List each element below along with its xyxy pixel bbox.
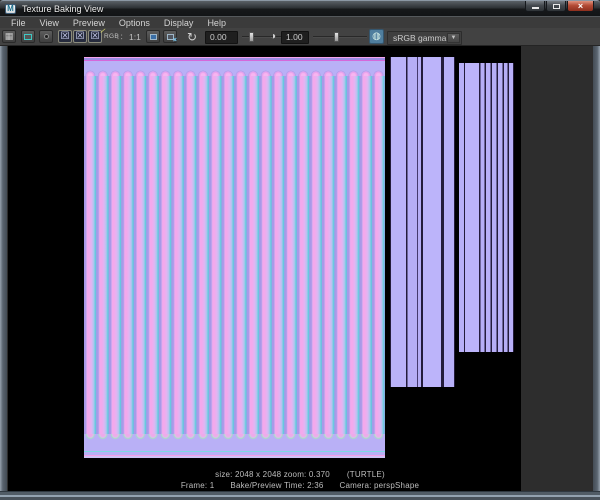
maya-app-icon: M xyxy=(5,3,16,14)
exposure-field[interactable]: 0.00 xyxy=(205,30,238,44)
texture-bottom-band xyxy=(84,448,385,458)
contrast-slider-handle[interactable] xyxy=(334,32,339,42)
close-button[interactable]: × xyxy=(567,1,594,12)
remove-image-button[interactable]: × xyxy=(163,30,177,44)
status-line-size: size: 2048 x 2048 zoom: 0.370 (TURTLE) xyxy=(0,470,600,479)
checker-icon: ☒ xyxy=(75,30,85,42)
texture-edit-button[interactable]: ☒ ∕ xyxy=(88,28,104,43)
minimize-icon xyxy=(531,6,539,9)
window-border-bottom xyxy=(0,491,600,500)
menu-preview[interactable]: Preview xyxy=(66,17,112,29)
checker-icon: ☒ xyxy=(60,30,70,42)
bake-viewport: size: 2048 x 2048 zoom: 0.370 (TURTLE) F… xyxy=(0,46,600,491)
status-size-zoom: size: 2048 x 2048 zoom: 0.370 xyxy=(215,470,330,479)
texture-bottom-arches xyxy=(84,434,385,448)
menu-view[interactable]: View xyxy=(33,17,66,29)
camera-bake-button[interactable] xyxy=(39,30,53,43)
texture-slot-2-button[interactable]: ☒ xyxy=(73,30,87,43)
window-border-right xyxy=(593,46,600,491)
texture-slot-1-button[interactable]: ☒ xyxy=(58,30,72,43)
exposure-icon: ◑ xyxy=(269,30,277,42)
pixel-grid-icon[interactable]: ∷ xyxy=(117,33,123,42)
title-bar: M Texture Baking View × xyxy=(0,0,600,16)
render-bake-icon: ▦ xyxy=(4,31,14,41)
status-frame: Frame: 1 xyxy=(180,481,215,490)
contrast-field[interactable]: 1.00 xyxy=(281,30,309,44)
baked-texture-tile-2 xyxy=(390,57,455,387)
minimize-button[interactable] xyxy=(525,1,545,12)
menu-help[interactable]: Help xyxy=(200,17,233,29)
render-bake-button[interactable]: ▦ xyxy=(2,30,16,43)
dropdown-arrow-icon[interactable]: ▼ xyxy=(447,32,460,43)
window-border-left xyxy=(0,46,7,491)
gamma-toggle-button[interactable]: ◍ xyxy=(369,29,384,44)
baked-texture-tile-3 xyxy=(459,63,514,352)
menu-bar: File View Preview Options Display Help xyxy=(0,16,600,28)
zoom-1-1-button[interactable]: 1:1 xyxy=(129,33,141,42)
window-title: Texture Baking View xyxy=(22,3,104,14)
maximize-button[interactable] xyxy=(546,1,566,12)
camera-bake-icon xyxy=(43,34,49,39)
texture-columns xyxy=(84,76,385,434)
texture-top-arches xyxy=(84,62,385,76)
menu-options[interactable]: Options xyxy=(112,17,157,29)
texture-baking-window: M Texture Baking View × File View Previe… xyxy=(0,0,600,500)
status-line-frame: Frame: 1 Bake/Preview Time: 2:36 Camera:… xyxy=(0,481,600,490)
save-image-button[interactable] xyxy=(146,30,160,43)
menu-file[interactable]: File xyxy=(4,17,33,29)
status-bake-time: Bake/Preview Time: 2:36 xyxy=(230,481,324,490)
contrast-slider-track xyxy=(313,36,367,38)
bake-region-icon xyxy=(24,33,32,40)
remove-x-badge: × xyxy=(172,37,177,44)
status-camera: Camera: perspShape xyxy=(339,481,420,490)
status-renderer: (TURTLE) xyxy=(346,470,385,479)
colorspace-dropdown[interactable]: sRGB gamma ▼ xyxy=(387,30,462,45)
bake-region-button[interactable] xyxy=(21,30,35,43)
save-image-icon xyxy=(149,33,157,40)
gamma-icon: ◍ xyxy=(372,30,381,42)
contrast-slider[interactable] xyxy=(313,32,367,42)
window-controls: × xyxy=(524,1,594,12)
maximize-icon xyxy=(552,3,560,9)
colorspace-value: sRGB gamma xyxy=(393,32,447,43)
toolbar: ▦ ☒ ☒ ☒ ∕ RGB ∷ 1:1 × ↻ 0.00 ◑ 1.00 ◍ sR… xyxy=(0,28,600,46)
refresh-icon[interactable]: ↻ xyxy=(185,30,199,43)
checker-edit-icon: ☒ xyxy=(90,30,100,42)
baked-texture-main xyxy=(84,57,385,458)
menu-display[interactable]: Display xyxy=(157,17,201,29)
exposure-slider-handle[interactable] xyxy=(249,32,254,42)
